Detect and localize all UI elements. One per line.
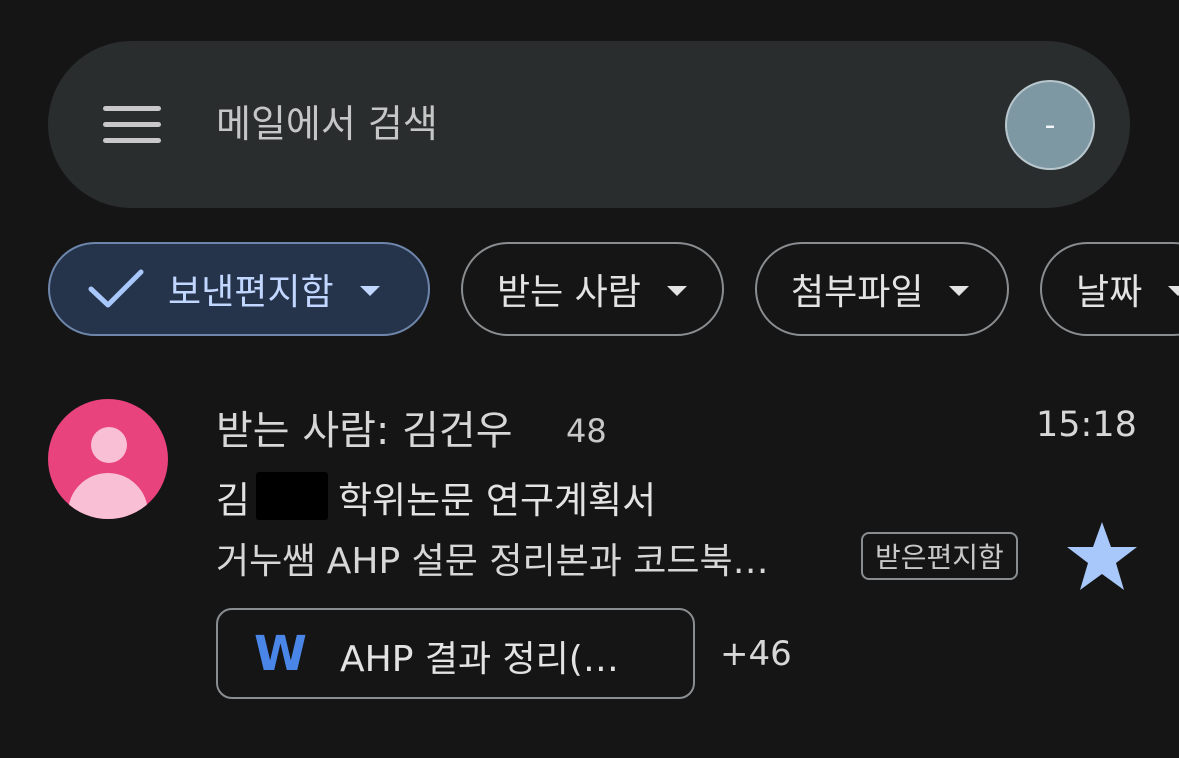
chip-label: 받는 사람 [497, 272, 641, 313]
gmail-search-screen: - 보낸편지함 받는 사람 첨부파일 날짜 받는 사람: 김건우 48 15:1… [0, 0, 1179, 758]
account-avatar[interactable]: - [1005, 80, 1095, 170]
attachment-name: AHP 결과 정리(… [340, 639, 619, 680]
chip-sent[interactable]: 보낸편지함 [48, 242, 430, 336]
chip-label: 보낸편지함 [168, 272, 334, 313]
email-snippet: 거누쌤 AHP 설문 정리본과 코드북… [216, 541, 769, 582]
redaction-block [256, 472, 328, 520]
account-initial: - [1044, 107, 1056, 143]
chevron-down-icon [359, 286, 380, 296]
word-document-icon: W [254, 626, 307, 682]
email-subject-prefix: 김 [216, 479, 251, 522]
attachment-chip[interactable]: W AHP 결과 정리(… [216, 608, 695, 699]
chip-recipient[interactable]: 받는 사람 [461, 242, 724, 336]
hamburger-menu-icon[interactable] [103, 106, 161, 144]
search-input[interactable] [216, 95, 956, 153]
star-icon[interactable] [1065, 520, 1139, 592]
thread-count: 48 [566, 412, 607, 450]
check-icon [88, 269, 144, 308]
more-attachments-count[interactable]: +46 [720, 634, 792, 674]
email-recipient: 받는 사람: 김건우 [216, 408, 513, 454]
chevron-down-icon [949, 286, 970, 296]
chip-label: 날짜 [1076, 272, 1143, 313]
chip-label: 첨부파일 [791, 272, 924, 313]
label-text: 받은편지함 [875, 541, 1004, 574]
contact-avatar-icon[interactable] [48, 399, 168, 519]
chip-date[interactable]: 날짜 [1040, 242, 1179, 336]
chip-attachment[interactable]: 첨부파일 [755, 242, 1009, 336]
email-subject: 학위논문 연구계획서 [338, 479, 657, 522]
email-time: 15:18 [1036, 405, 1137, 445]
chevron-down-icon [1168, 286, 1179, 296]
chevron-down-icon [666, 286, 687, 296]
inbox-label-badge: 받은편지함 [861, 532, 1018, 580]
